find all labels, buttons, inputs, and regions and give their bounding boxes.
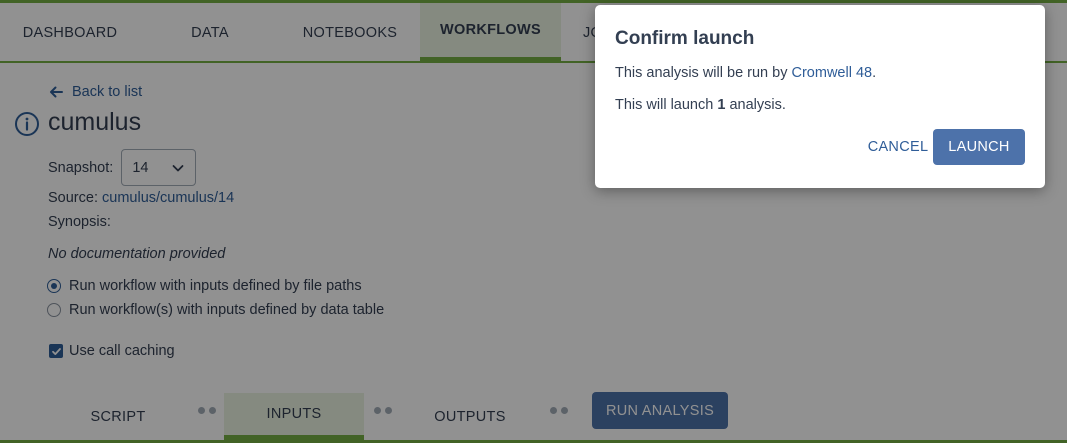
- cancel-button[interactable]: CANCEL: [851, 129, 945, 165]
- launch-count-suffix: analysis.: [725, 97, 786, 113]
- run-by-prefix: This analysis will be run by: [615, 65, 792, 81]
- launch-count-text: This will launch 1 analysis.: [615, 97, 786, 113]
- dialog-title: Confirm launch: [615, 28, 755, 49]
- cromwell-version-link[interactable]: Cromwell 48: [792, 65, 873, 81]
- run-by-suffix: .: [872, 65, 877, 81]
- launch-count-prefix: This will launch: [615, 97, 718, 113]
- confirm-launch-dialog: Confirm launch This analysis will be run…: [595, 5, 1045, 188]
- launch-button[interactable]: LAUNCH: [933, 129, 1025, 165]
- run-by-text: This analysis will be run by Cromwell 48…: [615, 65, 876, 81]
